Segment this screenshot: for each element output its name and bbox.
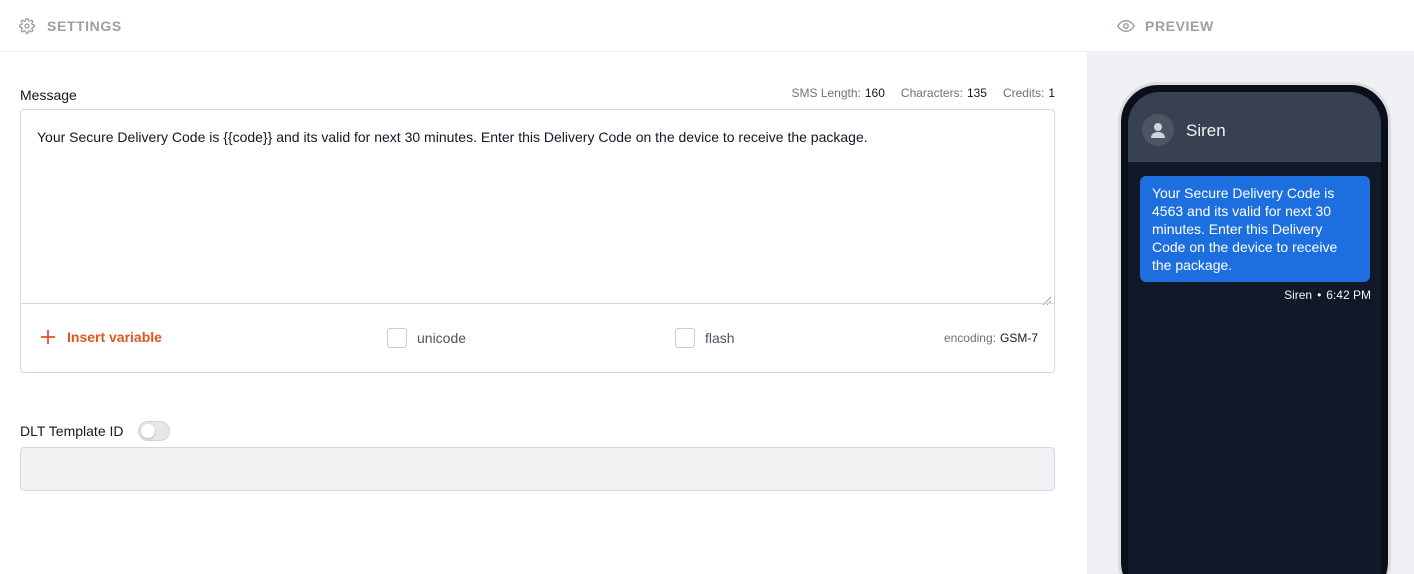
app-root: SETTINGS Message SMS Length: 160 Characte…	[0, 0, 1414, 574]
settings-header: SETTINGS	[0, 0, 1087, 52]
sms-length-label: SMS Length:	[791, 86, 861, 100]
dlt-template-label: DLT Template ID	[20, 423, 124, 439]
sms-length-stat: SMS Length: 160	[792, 86, 885, 100]
credits-stat: Credits: 1	[1003, 86, 1055, 100]
unicode-checkbox-box[interactable]	[387, 328, 407, 348]
sender-name: Siren	[1284, 288, 1313, 302]
encoding-label: encoding:	[943, 331, 996, 345]
unicode-label: unicode	[417, 330, 467, 346]
resize-handle-icon[interactable]	[1042, 293, 1052, 306]
flash-checkbox-box[interactable]	[675, 328, 695, 348]
gear-icon	[19, 17, 35, 34]
credits-label: Credits:	[1002, 86, 1045, 100]
flash-label: flash	[705, 330, 735, 346]
settings-title: SETTINGS	[47, 17, 122, 34]
message-label: Message	[20, 87, 77, 103]
dlt-template-toggle[interactable]	[138, 421, 170, 441]
contact-name: Siren	[1186, 121, 1226, 140]
phone-mockup: Siren Your Secure Delivery Code is 4563 …	[1118, 82, 1391, 574]
plus-icon	[39, 328, 57, 346]
characters-value: 135	[966, 86, 987, 100]
characters-label: Characters:	[900, 86, 963, 100]
encoding-value: GSM-7	[999, 331, 1038, 345]
meta-separator: •	[1317, 288, 1322, 302]
sms-length-value: 160	[864, 86, 885, 100]
message-time: 6:42 PM	[1326, 288, 1371, 302]
editor-footer: Insert variable unicode flash encoding: G…	[21, 304, 1054, 372]
user-icon	[1142, 114, 1174, 146]
characters-stat: Characters: 135	[901, 86, 987, 100]
preview-title: PREVIEW	[1145, 17, 1214, 34]
credits-value: 1	[1048, 86, 1055, 100]
unicode-checkbox[interactable]: unicode	[387, 328, 466, 348]
message-editor: Your Secure Delivery Code is {{code}} an…	[20, 109, 1055, 373]
message-textarea[interactable]: Your Secure Delivery Code is {{code}} an…	[37, 128, 1038, 147]
encoding-info: encoding: GSM-7	[944, 331, 1038, 345]
settings-panel: SETTINGS Message SMS Length: 160 Characte…	[0, 0, 1087, 574]
insert-variable-button[interactable]: Insert variable	[39, 328, 162, 346]
message-bubble: Your Secure Delivery Code is 4563 and it…	[1140, 176, 1370, 282]
message-stats: SMS Length: 160 Characters: 135 Credits: 1	[792, 86, 1056, 100]
preview-panel: PREVIEW Siren Your Secure Delivery Code …	[1087, 0, 1414, 574]
insert-variable-label: Insert variable	[67, 329, 162, 345]
preview-header: PREVIEW	[1087, 0, 1414, 52]
message-meta: Siren • 6:42 PM	[1284, 288, 1371, 302]
toggle-knob	[141, 424, 155, 438]
conversation-header: Siren	[1128, 92, 1381, 162]
dlt-template-input[interactable]	[20, 447, 1055, 491]
phone-screen: Siren Your Secure Delivery Code is 4563 …	[1128, 92, 1381, 574]
eye-icon	[1117, 17, 1135, 35]
flash-checkbox[interactable]: flash	[675, 328, 735, 348]
